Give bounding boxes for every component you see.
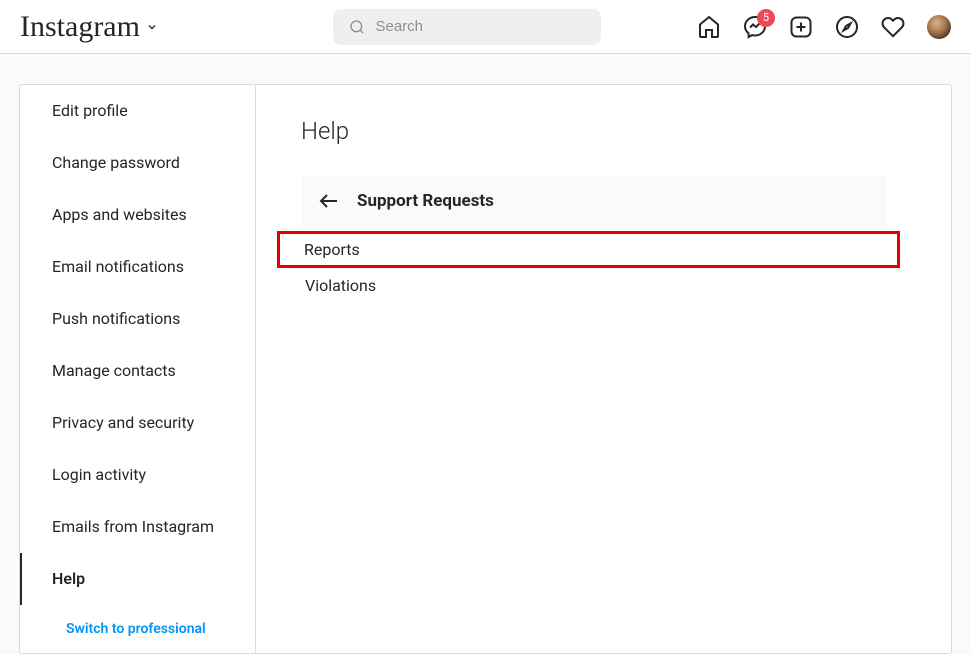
search-icon xyxy=(349,19,365,35)
profile-avatar[interactable] xyxy=(927,15,951,39)
new-post-icon[interactable] xyxy=(789,15,813,39)
settings-sidebar: Edit profile Change password Apps and we… xyxy=(20,85,256,653)
explore-icon[interactable] xyxy=(835,15,859,39)
sidebar-item-emails-instagram[interactable]: Emails from Instagram xyxy=(20,501,255,553)
sidebar-item-help[interactable]: Help xyxy=(20,553,255,605)
messages-badge: 5 xyxy=(757,9,775,27)
sidebar-item-login-activity[interactable]: Login activity xyxy=(20,449,255,501)
logo-area[interactable]: Instagram xyxy=(20,10,158,44)
header-nav-icons: 5 xyxy=(697,15,951,39)
top-header: Instagram 5 xyxy=(0,0,971,54)
support-item-violations[interactable]: Violations xyxy=(301,268,886,303)
sidebar-item-push-notifications[interactable]: Push notifications xyxy=(20,293,255,345)
support-item-reports[interactable]: Reports xyxy=(277,231,900,268)
messenger-icon[interactable]: 5 xyxy=(743,15,767,39)
sidebar-item-email-notifications[interactable]: Email notifications xyxy=(20,241,255,293)
sidebar-item-apps-websites[interactable]: Apps and websites xyxy=(20,189,255,241)
main-content: Help Support Requests Reports Violations xyxy=(256,85,951,653)
search-box[interactable] xyxy=(333,9,601,45)
sidebar-item-edit-profile[interactable]: Edit profile xyxy=(20,85,255,137)
switch-professional-link[interactable]: Switch to professional xyxy=(20,605,255,653)
support-requests-title: Support Requests xyxy=(357,191,494,211)
settings-container: Edit profile Change password Apps and we… xyxy=(19,84,952,654)
instagram-logo[interactable]: Instagram xyxy=(20,10,140,44)
page-title: Help xyxy=(301,117,886,145)
home-icon[interactable] xyxy=(697,15,721,39)
support-requests-header: Support Requests xyxy=(301,175,886,227)
sidebar-item-privacy-security[interactable]: Privacy and security xyxy=(20,397,255,449)
sidebar-item-change-password[interactable]: Change password xyxy=(20,137,255,189)
back-arrow-icon[interactable] xyxy=(317,189,341,213)
chevron-down-icon[interactable] xyxy=(146,21,158,33)
sidebar-item-manage-contacts[interactable]: Manage contacts xyxy=(20,345,255,397)
search-input[interactable] xyxy=(375,18,585,35)
activity-icon[interactable] xyxy=(881,15,905,39)
